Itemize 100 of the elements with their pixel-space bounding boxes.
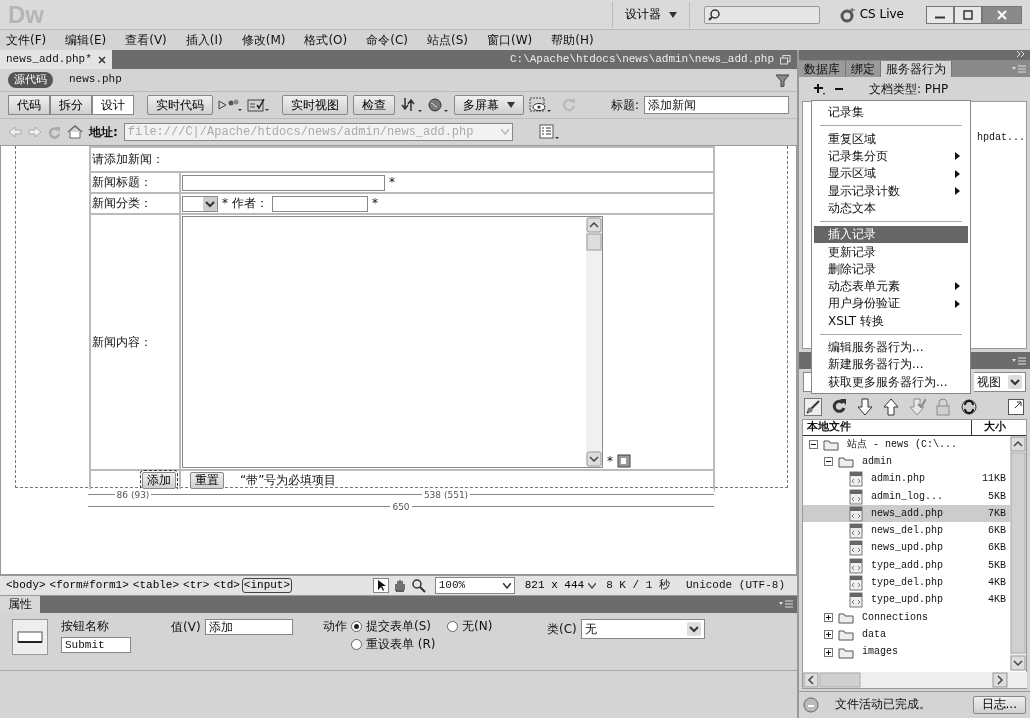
filter-icon[interactable]	[776, 73, 789, 87]
menu-item[interactable]: 显示区域	[814, 164, 968, 183]
panel-menu-icon[interactable]	[1012, 357, 1026, 365]
play-icon[interactable]	[218, 98, 242, 112]
close-icon[interactable]	[97, 55, 106, 64]
menu-item[interactable]: 记录集	[814, 104, 968, 122]
class-select[interactable]: 无	[580, 619, 705, 639]
button-name-field[interactable]: Submit	[61, 637, 131, 654]
window-size-dropdown[interactable]: 821 x 444	[522, 577, 599, 594]
expander-icon[interactable]	[824, 613, 833, 623]
radio-button[interactable]	[447, 620, 458, 632]
file-tree-row[interactable]: admin_log... 5KB	[803, 487, 1010, 506]
site-select[interactable]	[803, 372, 811, 392]
menu-item[interactable]: 文件(F)	[6, 32, 47, 48]
inspect-button[interactable]: 检查	[353, 95, 395, 115]
category-select[interactable]	[182, 195, 218, 212]
column-header[interactable]: 本地文件	[803, 420, 972, 435]
menu-item[interactable]: 更新记录	[814, 243, 968, 261]
file-tree-row[interactable]: images	[803, 643, 1010, 661]
submit-button[interactable]: 添加	[142, 472, 176, 489]
workspace-dropdown[interactable]: 设计器	[611, 1, 690, 28]
menu-item[interactable]: 插入记录	[814, 225, 968, 244]
menu-item[interactable]: 删除记录	[814, 260, 968, 278]
menu-item[interactable]: 新建服务器行为...	[814, 355, 968, 374]
multiscreen-button[interactable]: 多屏幕	[454, 95, 524, 115]
scrollbar[interactable]	[803, 672, 1027, 688]
menu-item[interactable]: 动态文本	[814, 199, 968, 217]
search-field[interactable]	[703, 5, 820, 24]
view-button[interactable]: 设计	[92, 95, 134, 115]
zoom-icon[interactable]	[410, 578, 427, 593]
file-tree-row[interactable]: Connections	[803, 608, 1010, 627]
globe-icon[interactable]	[427, 97, 449, 113]
file-tree-row[interactable]: news_upd.php 6KB	[803, 539, 1010, 558]
panel-menu-icon[interactable]	[779, 600, 793, 608]
expand-panel-icon[interactable]	[1007, 398, 1025, 416]
home-icon[interactable]	[67, 125, 83, 139]
menu-item[interactable]: 格式(O)	[304, 32, 348, 48]
menu-item[interactable]: 命令(C)	[366, 32, 408, 48]
maximize-button[interactable]	[954, 5, 982, 24]
eye-icon[interactable]	[529, 97, 551, 113]
column-header[interactable]: 大小	[972, 420, 1010, 435]
author-input[interactable]	[272, 195, 368, 212]
file-tree-row[interactable]: news_del.php 6KB	[803, 522, 1010, 540]
tag-selector-item[interactable]: <table>	[130, 577, 182, 594]
file-tree-row[interactable]: type_add.php 5KB	[803, 557, 1010, 575]
title-field[interactable]: 添加新闻	[644, 96, 789, 114]
list-icon[interactable]	[539, 124, 559, 140]
menu-item[interactable]: 修改(M)	[241, 32, 286, 48]
menu-item[interactable]: 用户身份验证	[814, 294, 968, 313]
menu-item[interactable]: 编辑(E)	[65, 32, 107, 48]
expander-icon[interactable]	[824, 647, 833, 657]
value-field[interactable]: 添加	[204, 619, 293, 635]
tag-selector-item[interactable]: <tr>	[181, 577, 212, 594]
add-icon[interactable]	[813, 83, 825, 95]
menu-item[interactable]: 查看(V)	[125, 32, 167, 48]
live-view-button[interactable]: 实时视图	[282, 95, 348, 115]
log-button[interactable]: 日志...	[972, 695, 1026, 714]
title-input[interactable]	[182, 174, 385, 191]
reset-button[interactable]: 重置	[190, 472, 224, 489]
menu-item[interactable]: 帮助(H)	[551, 32, 594, 48]
pointer-icon[interactable]	[372, 578, 389, 593]
collapse-icon[interactable]	[1016, 50, 1026, 58]
transfer-arrows-icon[interactable]	[400, 97, 422, 113]
panel-tab[interactable]: 服务器行为	[881, 60, 952, 77]
scrollbar[interactable]	[586, 217, 602, 467]
zoom-select[interactable]: 100%	[434, 577, 515, 594]
minimize-button[interactable]	[926, 5, 954, 24]
file-tree-row[interactable]: type_del.php 4KB	[803, 574, 1010, 592]
restore-icon[interactable]	[780, 54, 791, 65]
expander-icon[interactable]	[809, 440, 818, 450]
menu-item[interactable]: 动态表单元素	[814, 277, 968, 295]
radio-button[interactable]	[351, 620, 362, 632]
view-select[interactable]: 视图	[974, 372, 1026, 392]
radio-button[interactable]	[351, 639, 362, 651]
related-file-tab[interactable]: 源代码	[8, 72, 53, 88]
close-button[interactable]	[982, 5, 1022, 24]
refresh-icon[interactable]	[830, 398, 848, 416]
menu-item[interactable]: 窗口(W)	[486, 32, 533, 48]
panel-tab[interactable]: 数据库	[799, 60, 846, 77]
live-code-button[interactable]: 实时代码	[147, 95, 213, 115]
sync-icon[interactable]	[960, 398, 978, 416]
document-tab[interactable]: news_add.php*	[0, 50, 112, 69]
menu-item[interactable]: 记录集分页	[814, 147, 968, 165]
file-tree-row[interactable]: data	[803, 626, 1010, 644]
menu-item[interactable]: 编辑服务器行为...	[814, 338, 968, 356]
file-tree-row[interactable]: 站点 - news (C:\...	[803, 436, 1010, 454]
menu-item[interactable]: XSLT 转换	[814, 312, 968, 330]
menu-item[interactable]: 获取更多服务器行为...	[814, 373, 968, 391]
menu-item[interactable]: 重复区域	[814, 130, 968, 148]
menu-item[interactable]: 站点(S)	[427, 32, 468, 48]
menu-item[interactable]: 显示记录计数	[814, 182, 968, 200]
up-arrow-icon[interactable]	[882, 398, 900, 416]
file-tree-row[interactable]: admin.php 11KB	[803, 470, 1010, 488]
down-arrow-icon[interactable]	[856, 398, 874, 416]
view-button[interactable]: 拆分	[50, 95, 92, 115]
related-file-tab[interactable]: news.php	[63, 72, 128, 88]
tag-selector-item[interactable]: <input>	[241, 577, 293, 594]
cs-live-button[interactable]: CS Live	[833, 5, 910, 24]
scrollbar[interactable]	[1010, 436, 1026, 671]
expander-icon[interactable]	[824, 630, 833, 640]
